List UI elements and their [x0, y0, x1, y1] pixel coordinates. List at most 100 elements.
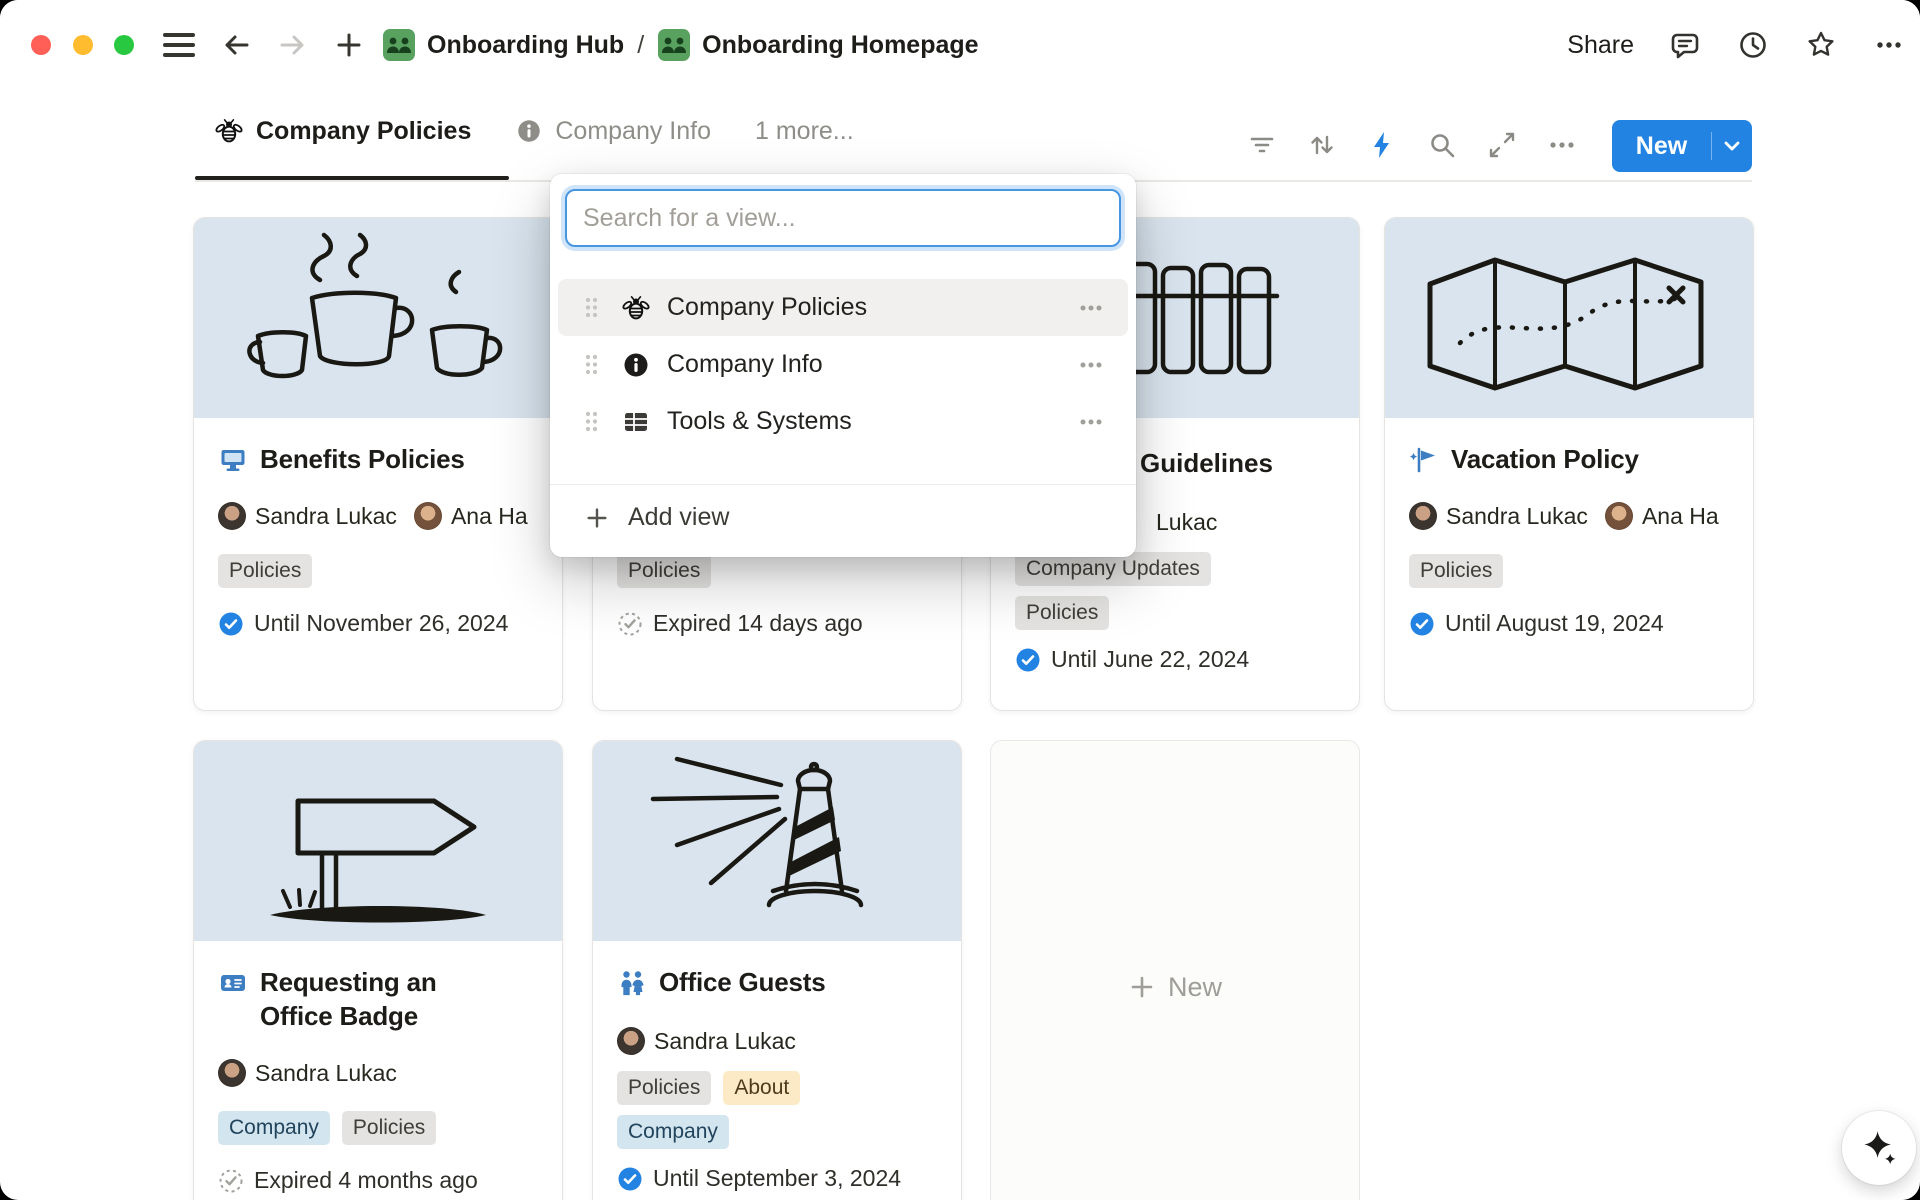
signpost-doodle: [194, 741, 562, 941]
tags-row: Company: [617, 1115, 937, 1149]
verified-badge-icon: [617, 1166, 643, 1192]
view-row-company-info[interactable]: Company Info: [558, 336, 1128, 393]
automation-bolt-icon[interactable]: [1367, 130, 1397, 160]
card-office-badge[interactable]: Requesting an Office Badge Sandra Lukac …: [193, 740, 563, 1200]
drag-handle-icon[interactable]: [584, 410, 599, 433]
search-icon[interactable]: [1427, 130, 1457, 160]
card-title-fragment: Guidelines: [1140, 446, 1273, 480]
tag: Company: [617, 1115, 729, 1149]
verified-badge-icon: [1015, 647, 1041, 673]
card-vacation-policy[interactable]: Vacation Policy Sandra Lukac Ana Ha Poli…: [1384, 217, 1754, 711]
info-icon: [621, 350, 651, 380]
back-arrow-icon[interactable]: [219, 28, 253, 62]
tags-row: Company Policies: [218, 1111, 538, 1145]
view-more-options-icon[interactable]: [1076, 293, 1106, 323]
table-icon: [621, 407, 651, 437]
view-options-icon[interactable]: [1547, 130, 1577, 160]
status-label: Expired 14 days ago: [653, 610, 863, 637]
verified-badge-icon: [1409, 611, 1435, 637]
view-search-input[interactable]: [565, 189, 1121, 247]
tag: Policies: [342, 1111, 436, 1145]
comments-icon[interactable]: [1668, 28, 1702, 62]
tag: Policies: [617, 554, 711, 588]
favorite-star-icon[interactable]: [1804, 28, 1838, 62]
card-title: Requesting an Office Badge: [260, 965, 484, 1033]
new-page-icon[interactable]: [332, 28, 366, 62]
tag: Company Updates: [1015, 552, 1211, 586]
add-view-button[interactable]: Add view: [558, 490, 1128, 545]
view-tabs: Company Policies Company Info 1 more...: [214, 116, 854, 146]
view-toolbar: [1247, 130, 1577, 160]
person-name-fragment: Lukac: [1156, 509, 1217, 536]
view-name: Company Policies: [667, 293, 1076, 322]
map-doodle: [1385, 218, 1753, 418]
filter-icon[interactable]: [1247, 130, 1277, 160]
card-title: Vacation Policy: [1451, 442, 1639, 476]
status-label: Until June 22, 2024: [1051, 646, 1249, 673]
chevron-down-icon[interactable]: [1712, 133, 1752, 159]
card-benefits-policies[interactable]: Benefits Policies Sandra Lukac Ana Ha Po…: [193, 217, 563, 711]
window-titlebar: Onboarding Hub / Onboarding Homepage Sha…: [0, 0, 1920, 90]
person-name: Sandra Lukac: [1446, 503, 1588, 530]
tags-row: Policies: [218, 554, 538, 588]
ai-assistant-button[interactable]: [1842, 1111, 1916, 1185]
view-row-company-policies[interactable]: Company Policies: [558, 279, 1128, 336]
card-cover: [1385, 218, 1753, 418]
history-clock-icon[interactable]: [1736, 28, 1770, 62]
tags-row: Company Updates: [1015, 552, 1211, 586]
tab-company-info[interactable]: Company Info: [515, 117, 711, 146]
tag: Company: [218, 1111, 330, 1145]
drag-handle-icon[interactable]: [584, 296, 599, 319]
drag-handle-icon[interactable]: [584, 353, 599, 376]
expand-view-icon[interactable]: [1487, 130, 1517, 160]
tab-company-policies[interactable]: Company Policies: [214, 116, 471, 146]
status-row: Until June 22, 2024: [1015, 646, 1249, 673]
zoom-window-button[interactable]: [114, 35, 134, 55]
view-more-options-icon[interactable]: [1076, 350, 1106, 380]
card-office-guests[interactable]: Office Guests Sandra Lukac Policies Abou…: [592, 740, 962, 1200]
breadcrumb-root[interactable]: Onboarding Hub: [427, 31, 624, 60]
tags-row: Policies: [1409, 554, 1729, 588]
more-options-icon[interactable]: [1872, 28, 1906, 62]
person-name: Sandra Lukac: [255, 503, 397, 530]
tag: Policies: [1409, 554, 1503, 588]
new-card-button[interactable]: New: [990, 740, 1360, 1200]
tag: About: [723, 1071, 800, 1105]
status-label: Expired 4 months ago: [254, 1167, 478, 1194]
badge-icon: [218, 968, 248, 998]
coffee-mugs-doodle: [194, 218, 562, 418]
tab-label: Company Policies: [256, 117, 471, 146]
more-views-button[interactable]: 1 more...: [755, 117, 854, 146]
tags-row: Policies: [617, 554, 863, 588]
forward-arrow-icon[interactable]: [276, 28, 310, 62]
status-label: Until August 19, 2024: [1445, 610, 1664, 637]
avatar: [218, 502, 246, 530]
sidebar-menu-button[interactable]: [163, 33, 195, 57]
view-name: Company Info: [667, 350, 1076, 379]
view-more-options-icon[interactable]: [1076, 407, 1106, 437]
card-cover: [593, 741, 961, 941]
view-row-tools-systems[interactable]: Tools & Systems: [558, 393, 1128, 450]
new-button-label: New: [1612, 132, 1711, 161]
tag: Policies: [617, 1071, 711, 1105]
tab-label: Company Info: [555, 117, 711, 146]
people-row: Sandra Lukac: [617, 1027, 937, 1055]
card-cover: [194, 741, 562, 941]
breadcrumb-current[interactable]: Onboarding Homepage: [702, 31, 978, 60]
breadcrumb-separator: /: [637, 31, 644, 60]
person-name: Sandra Lukac: [255, 1060, 397, 1087]
tags-row: Policies: [1015, 596, 1109, 630]
new-button[interactable]: New: [1612, 120, 1752, 172]
expired-check-icon: [617, 611, 643, 637]
share-button[interactable]: Share: [1567, 31, 1634, 60]
minimize-window-button[interactable]: [73, 35, 93, 55]
people-row: Sandra Lukac: [218, 1059, 538, 1087]
plus-icon: [1128, 973, 1156, 1001]
sort-icon[interactable]: [1307, 130, 1337, 160]
bee-icon: [621, 293, 651, 323]
close-window-button[interactable]: [31, 35, 51, 55]
lighthouse-doodle: [593, 741, 961, 941]
avatar: [617, 1027, 645, 1055]
titlebar-actions: Share: [1567, 0, 1906, 90]
app-window: Onboarding Hub / Onboarding Homepage Sha…: [0, 0, 1920, 1200]
